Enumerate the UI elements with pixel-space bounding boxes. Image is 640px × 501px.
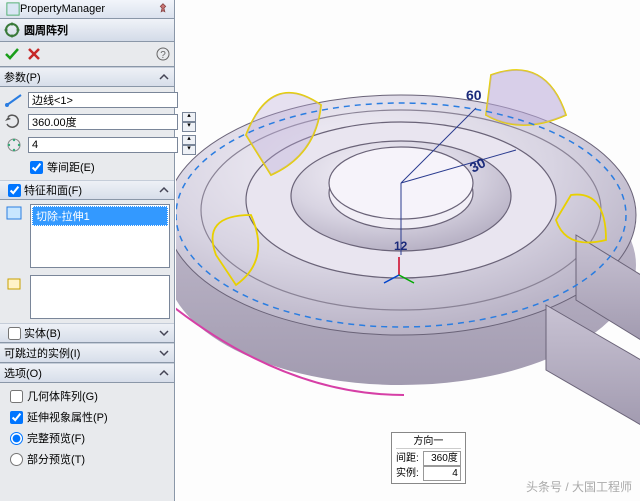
- geom-pattern-label: 几何体阵列(G): [27, 388, 98, 404]
- angle-spinner[interactable]: ▴▾: [182, 112, 196, 132]
- dim-12: 12: [394, 239, 408, 253]
- equal-spacing-label: 等间距(E): [47, 159, 95, 175]
- feature-select-icon: [5, 205, 25, 221]
- features-faces-checkbox[interactable]: [8, 184, 21, 197]
- confirm-row: ?: [0, 42, 174, 67]
- bodies-header-text: 实体(B): [24, 325, 61, 341]
- callout-title: 方向一: [413, 435, 443, 448]
- pm-title-text: PropertyManager: [20, 3, 154, 15]
- propagate-vis-label: 延伸视象属性(P): [27, 409, 108, 425]
- pm-icon: [6, 2, 20, 16]
- params-body: ▴▾ ▴▾ 等间距(E): [0, 87, 174, 180]
- skip-header-text: 可跳过的实例(I): [4, 345, 80, 361]
- watermark: 头条号 / 大国工程师: [526, 478, 632, 495]
- svg-text:?: ?: [160, 50, 166, 61]
- full-preview-radio[interactable]: [10, 432, 23, 445]
- chevron-up-icon[interactable]: [158, 184, 170, 196]
- params-header-text: 参数(P): [4, 69, 41, 85]
- options-header[interactable]: 选项(O): [0, 363, 174, 383]
- features-listbox[interactable]: 切除-拉伸1: [30, 204, 170, 268]
- features-faces-header[interactable]: 特征和面(F): [0, 180, 174, 200]
- ok-button[interactable]: [4, 46, 20, 62]
- reverse-direction-icon[interactable]: [4, 114, 24, 130]
- faces-listbox[interactable]: [30, 275, 170, 319]
- partial-preview-radio[interactable]: [10, 453, 23, 466]
- cancel-button[interactable]: [26, 46, 42, 62]
- callout-spacing-value[interactable]: 360度: [423, 451, 461, 466]
- propagate-vis-checkbox[interactable]: [10, 411, 23, 424]
- features-faces-body: 切除-拉伸1: [0, 200, 174, 323]
- params-header[interactable]: 参数(P): [0, 67, 174, 87]
- options-body: 几何体阵列(G) 延伸视象属性(P) 完整预览(F) 部分预览(T): [0, 383, 174, 472]
- count-input[interactable]: [28, 137, 178, 153]
- angle-input[interactable]: [28, 114, 178, 130]
- features-faces-header-text: 特征和面(F): [24, 182, 82, 198]
- help-icon[interactable]: ?: [156, 47, 170, 61]
- axis-icon: [4, 92, 24, 108]
- axis-input[interactable]: [28, 92, 178, 108]
- dim-60: 60: [466, 87, 482, 103]
- bodies-checkbox[interactable]: [8, 327, 21, 340]
- pattern-callout[interactable]: 方向一 间距: 360度 实例: 4: [391, 432, 466, 484]
- chevron-down-icon[interactable]: [158, 327, 170, 339]
- model-canvas: 60 30 12: [176, 0, 640, 501]
- geom-pattern-checkbox[interactable]: [10, 390, 23, 403]
- options-header-text: 选项(O): [4, 365, 42, 381]
- feature-title-text: 圆周阵列: [24, 22, 68, 38]
- chevron-up-icon[interactable]: [158, 71, 170, 83]
- face-select-icon: [5, 276, 25, 292]
- callout-spacing-label: 间距:: [396, 452, 419, 465]
- instances-icon: [4, 137, 24, 153]
- feature-item[interactable]: 切除-拉伸1: [32, 206, 168, 226]
- equal-spacing-checkbox[interactable]: [30, 161, 43, 174]
- bodies-header[interactable]: 实体(B): [0, 323, 174, 343]
- circular-pattern-icon: [4, 22, 20, 38]
- skip-header[interactable]: 可跳过的实例(I): [0, 343, 174, 363]
- chevron-up-icon[interactable]: [158, 367, 170, 379]
- callout-instances-value[interactable]: 4: [423, 466, 461, 481]
- count-spinner[interactable]: ▴▾: [182, 135, 196, 155]
- feature-title: 圆周阵列: [0, 19, 174, 42]
- chevron-down-icon[interactable]: [158, 347, 170, 359]
- 3d-viewport[interactable]: 60 30 12 方向一 间距: 360度 实例: 4 头条号 / 大国工程师: [176, 0, 640, 501]
- partial-preview-label: 部分预览(T): [27, 451, 85, 467]
- full-preview-label: 完整预览(F): [27, 430, 85, 446]
- pushpin-icon[interactable]: [156, 2, 170, 16]
- callout-instances-label: 实例:: [396, 467, 419, 480]
- property-manager-panel: PropertyManager 圆周阵列 ? 参数(P) ▴▾ ▴▾: [0, 0, 175, 501]
- pm-titlebar: PropertyManager: [0, 0, 174, 19]
